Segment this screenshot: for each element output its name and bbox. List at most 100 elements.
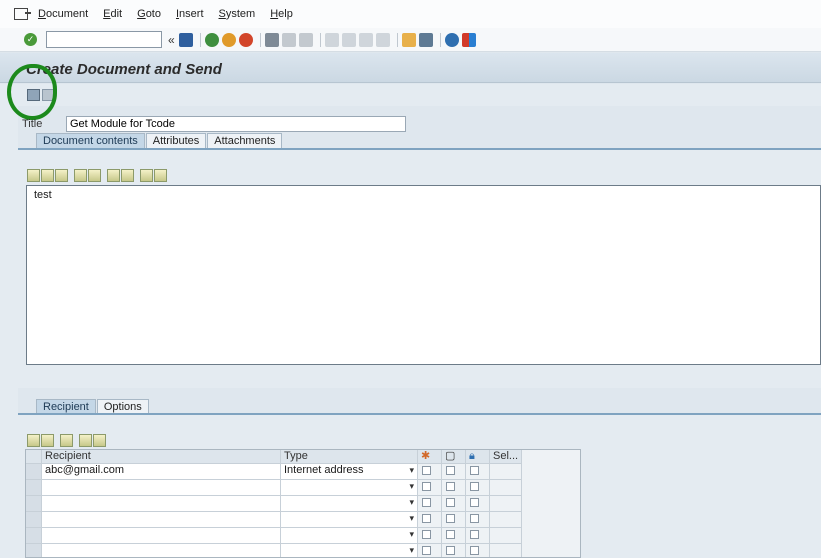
copy-icon[interactable] (41, 168, 54, 182)
copy-column-icon[interactable]: ▢ (442, 450, 466, 464)
dropdown-arrow-icon[interactable]: ▾ (409, 528, 414, 541)
type-cell[interactable]: ▾ (281, 528, 418, 544)
selection-cell[interactable] (490, 464, 522, 480)
print-icon[interactable] (264, 32, 279, 47)
menu-help[interactable]: Help (270, 8, 293, 20)
next-page-icon[interactable] (358, 32, 373, 47)
checkbox-box[interactable] (446, 546, 455, 555)
checkbox-box[interactable] (446, 514, 455, 523)
no-forward-checkbox[interactable] (466, 496, 490, 512)
copy-checkbox[interactable] (442, 496, 466, 512)
lock-column-icon[interactable]: 🔒︎ (466, 450, 490, 464)
back-icon[interactable] (204, 32, 219, 47)
express-checkbox[interactable] (418, 480, 442, 496)
row-selector[interactable] (26, 464, 42, 480)
tab-attributes[interactable]: Attributes (145, 133, 207, 149)
distribution-list-icon[interactable] (79, 433, 92, 447)
menu-system[interactable]: System (219, 8, 256, 20)
find-icon[interactable] (281, 32, 296, 47)
dropdown-arrow-icon[interactable]: ▾ (409, 464, 414, 477)
type-cell[interactable]: Internet address ▾ (281, 464, 418, 480)
recipient-cell[interactable] (42, 480, 281, 496)
checkbox-box[interactable] (470, 498, 479, 507)
no-forward-checkbox[interactable] (466, 512, 490, 528)
copy-checkbox[interactable] (442, 528, 466, 544)
copy-checkbox[interactable] (442, 512, 466, 528)
selection-cell[interactable] (490, 544, 522, 557)
recipient-cell[interactable] (42, 512, 281, 528)
selection-cell[interactable] (490, 528, 522, 544)
express-checkbox[interactable] (418, 496, 442, 512)
replace-text-icon[interactable] (121, 168, 134, 182)
column-header-recipient[interactable]: Recipient (42, 450, 281, 464)
undo-icon[interactable] (74, 168, 87, 182)
insert-row-icon[interactable] (27, 433, 40, 447)
details-icon[interactable] (60, 433, 73, 447)
dropdown-arrow-icon[interactable]: ▾ (409, 496, 414, 509)
type-cell[interactable]: ▾ (281, 544, 418, 557)
new-session-icon[interactable] (401, 32, 416, 47)
checkbox-box[interactable] (422, 530, 431, 539)
copy-checkbox[interactable] (442, 480, 466, 496)
checkbox-box[interactable] (470, 466, 479, 475)
paste-icon[interactable] (55, 168, 68, 182)
previous-page-icon[interactable] (341, 32, 356, 47)
copy-checkbox[interactable] (442, 544, 466, 557)
selection-cell[interactable] (490, 512, 522, 528)
recipient-cell[interactable]: abc@gmail.com (42, 464, 281, 480)
select-all-cell[interactable] (26, 450, 42, 464)
delete-row-icon[interactable] (41, 433, 54, 447)
find-next-icon[interactable] (298, 32, 313, 47)
express-checkbox[interactable] (418, 512, 442, 528)
checkbox-box[interactable] (422, 482, 431, 491)
dropdown-arrow-icon[interactable]: ▾ (409, 544, 414, 557)
dropdown-arrow-icon[interactable]: ▾ (409, 480, 414, 493)
redo-icon[interactable] (88, 168, 101, 182)
recipient-cell[interactable] (42, 528, 281, 544)
first-page-icon[interactable] (324, 32, 339, 47)
cut-icon[interactable] (27, 168, 40, 182)
selection-cell[interactable] (490, 480, 522, 496)
checkbox-box[interactable] (446, 466, 455, 475)
menu-insert[interactable]: Insert (176, 8, 204, 20)
express-checkbox[interactable] (418, 528, 442, 544)
express-checkbox[interactable] (418, 464, 442, 480)
checkbox-box[interactable] (422, 514, 431, 523)
collapse-icon[interactable]: « (168, 33, 175, 47)
checkbox-box[interactable] (422, 498, 431, 507)
export-icon[interactable] (154, 168, 167, 182)
no-forward-checkbox[interactable] (466, 544, 490, 557)
checkbox-box[interactable] (470, 514, 479, 523)
row-selector[interactable] (26, 544, 42, 557)
address-book-icon[interactable] (93, 433, 106, 447)
row-selector[interactable] (26, 512, 42, 528)
menu-document[interactable]: Document (38, 8, 88, 20)
column-header-selection[interactable]: Sel... (490, 450, 522, 464)
command-field[interactable] (46, 31, 162, 48)
menu-edit[interactable]: Edit (103, 8, 122, 20)
selection-cell[interactable] (490, 496, 522, 512)
find-text-icon[interactable] (107, 168, 120, 182)
no-forward-checkbox[interactable] (466, 528, 490, 544)
checkbox-box[interactable] (470, 530, 479, 539)
column-header-type[interactable]: Type (281, 450, 418, 464)
checkbox-box[interactable] (470, 482, 479, 491)
last-page-icon[interactable] (375, 32, 390, 47)
checkbox-box[interactable] (422, 466, 431, 475)
no-forward-checkbox[interactable] (466, 464, 490, 480)
row-selector[interactable] (26, 528, 42, 544)
checkbox-box[interactable] (446, 482, 455, 491)
express-column-icon[interactable]: ✱ (418, 450, 442, 464)
checkbox-box[interactable] (470, 546, 479, 555)
type-cell[interactable]: ▾ (281, 512, 418, 528)
dropdown-arrow-icon[interactable]: ▾ (409, 512, 414, 525)
shortcut-icon[interactable] (418, 32, 433, 47)
express-checkbox[interactable] (418, 544, 442, 557)
row-selector[interactable] (26, 496, 42, 512)
menu-goto[interactable]: Goto (137, 8, 161, 20)
ok-icon[interactable]: ✓ (24, 33, 37, 46)
exit-icon[interactable] (221, 32, 236, 47)
help-icon[interactable] (444, 32, 459, 47)
copy-checkbox[interactable] (442, 464, 466, 480)
type-cell[interactable]: ▾ (281, 480, 418, 496)
